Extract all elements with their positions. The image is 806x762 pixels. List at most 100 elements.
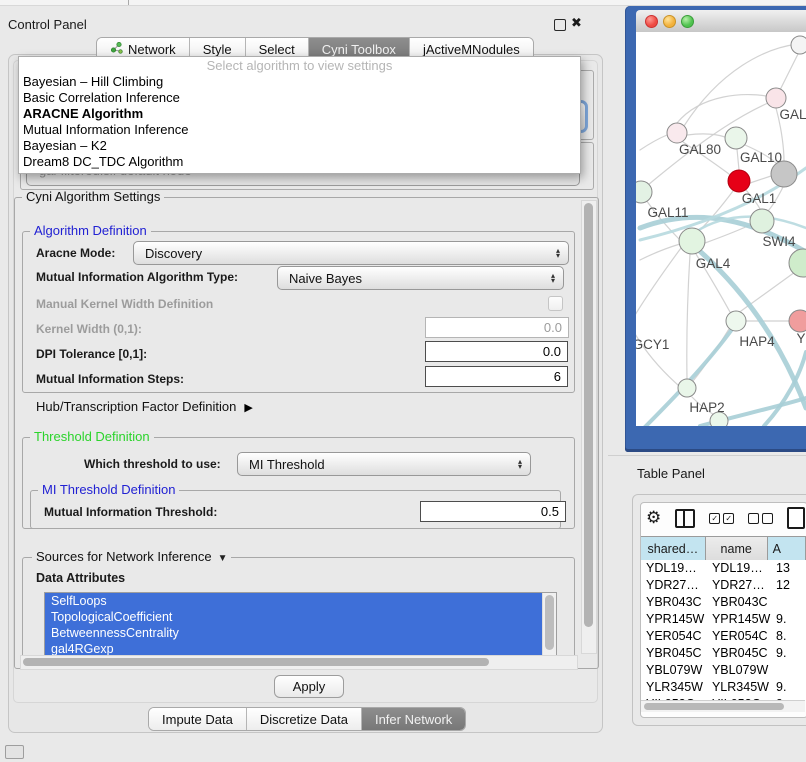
mi-algorithm-type-combo[interactable]: Naive Bayes ▴▾ [277,266,564,290]
network-node[interactable] [678,379,696,397]
table-cell: 9. [771,645,806,662]
column-header-3[interactable]: A [768,537,806,561]
float-window-icon[interactable] [554,19,566,31]
settings-hscroll-thumb[interactable] [23,658,489,666]
data-attributes-list[interactable]: SelfLoopsTopologicalCoefficientBetweenne… [44,592,557,658]
network-node-label: GAL1 [742,191,777,206]
column-header-2[interactable]: name [706,537,768,561]
which-threshold-combo[interactable]: MI Threshold ▴▾ [237,452,531,476]
close-traffic-light-icon[interactable] [645,15,658,28]
close-icon[interactable]: ✖ [571,15,582,31]
table-row[interactable]: YBR045CYBR045C9. [641,645,806,662]
gear-icon[interactable]: ⚙ [646,508,661,528]
zoom-traffic-light-icon[interactable] [681,15,694,28]
select-all-columns-icon[interactable]: ✓✓ [709,513,734,524]
deselect-all-columns-icon[interactable] [748,513,773,524]
network-node-label: GAL11 [647,205,688,220]
dropdown-item[interactable]: ARACNE Algorithm [19,106,580,122]
network-icon [110,41,123,57]
list-scrollbar-thumb[interactable] [545,595,554,650]
tab-discretize-data[interactable]: Discretize Data [247,708,362,730]
network-edge [687,134,725,137]
tab-label: jActiveMNodules [423,42,520,57]
table-cell: 13 [771,560,806,577]
settings-horizontal-scrollbar[interactable] [20,655,578,670]
dropdown-item[interactable]: Mutual Information Inference [19,122,580,138]
table-cell: 12 [771,577,806,594]
table-cell [771,662,806,679]
network-node[interactable] [726,311,746,331]
manual-kernel-checkbox[interactable] [548,296,563,311]
table-toolbar: ⚙ ✓✓ [642,505,806,531]
bottom-left-icon[interactable] [5,745,24,759]
tab-impute-data[interactable]: Impute Data [149,708,247,730]
table-cell: YBL079W [707,662,771,679]
mi-threshold-field[interactable]: 0.5 [420,501,566,522]
table-cell: YDL19… [641,560,707,577]
table-row[interactable]: YPR145WYPR145W9. [641,611,806,628]
network-node[interactable] [789,249,806,277]
network-node[interactable] [728,170,750,192]
columns-icon[interactable] [675,509,695,528]
stepper-icon: ▴▾ [512,459,530,469]
which-threshold-label: Which threshold to use: [84,457,221,471]
table-row[interactable]: YBR043CYBR043C [641,594,806,611]
minimize-traffic-light-icon[interactable] [663,15,676,28]
table-cell: YLR345W [641,679,707,696]
network-node[interactable] [750,209,774,233]
new-table-icon[interactable] [787,507,805,529]
table-row[interactable]: YLR345WYLR345W9. [641,679,806,696]
aracne-mode-combo[interactable]: Discovery ▴▾ [133,241,569,265]
network-canvas[interactable]: GAL80GAL10GAL11GAL1SWI4GAL4HAP4GCY1HAP2G… [636,32,806,426]
network-node-label: GAL80 [679,142,721,157]
aracne-mode-label: Aracne Mode: [36,246,115,260]
dropdown-item[interactable]: Bayesian – K2 [19,138,580,154]
table-hscroll-thumb[interactable] [644,703,784,710]
network-graph[interactable]: GAL80GAL10GAL11GAL1SWI4GAL4HAP4GCY1HAP2G… [636,32,806,426]
tab-infer-network[interactable]: Infer Network [362,708,465,730]
dropdown-item[interactable]: Dream8 DC_TDC Algorithm [19,154,580,170]
network-node[interactable] [791,36,806,54]
collapsed-arrow-icon: ▶ [244,401,252,414]
table-header-row: shared…nameA [641,536,806,562]
stepper-icon: ▴▾ [550,248,568,258]
kernel-width-label: Kernel Width (0,1): [36,322,142,336]
dropdown-item[interactable]: Basic Correlation Inference [19,90,580,106]
dropdown-item[interactable]: Bayesian – Hill Climbing [19,74,580,90]
table-cell: YBR045C [707,645,771,662]
network-node[interactable] [766,88,786,108]
network-window-titlebar[interactable] [636,10,806,33]
network-node[interactable] [725,127,747,149]
table-horizontal-scrollbar[interactable] [641,700,805,712]
tab-label: Select [259,42,295,57]
table-cell: YBR043C [641,594,707,611]
table-cell: YLR345W [707,679,771,696]
stepper-icon: ▴▾ [545,273,563,283]
network-node[interactable] [679,228,705,254]
table-cell: YBL079W [641,662,707,679]
dpi-tolerance-field[interactable]: 0.0 [425,341,568,362]
table-row[interactable]: YDL19…YDL19…13 [641,560,806,577]
list-scrollbar[interactable] [542,593,556,655]
settings-vscroll-thumb[interactable] [584,203,593,627]
hub-definition-toggle[interactable]: Hub/Transcription Factor Definition▶ [36,399,253,414]
attribute-list-item[interactable]: TopologicalCoefficient [45,609,556,625]
mi-steps-field[interactable]: 6 [425,366,568,387]
column-header-1[interactable]: shared… [641,537,706,561]
table-row[interactable]: YDR27…YDR27…12 [641,577,806,594]
attribute-list-item[interactable]: SelfLoops [45,593,556,609]
table-cell: YER054C [641,628,707,645]
settings-vertical-scrollbar[interactable] [581,200,597,654]
network-node[interactable] [667,123,687,143]
table-row[interactable]: YBL079WYBL079W [641,662,806,679]
table-cell: YBR045C [641,645,707,662]
table-row[interactable]: YER054CYER054C8. [641,628,806,645]
apply-button[interactable]: Apply [274,675,344,698]
network-node[interactable] [789,310,806,332]
network-edge [687,254,690,379]
sources-title-row[interactable]: Sources for Network Inference▼ [32,550,231,566]
kernel-width-field[interactable]: 0.0 [425,317,569,338]
attribute-list-item[interactable]: BetweennessCentrality [45,625,556,641]
table-cell: YDL19… [707,560,771,577]
threshold-definition-title: Threshold Definition [30,430,154,444]
